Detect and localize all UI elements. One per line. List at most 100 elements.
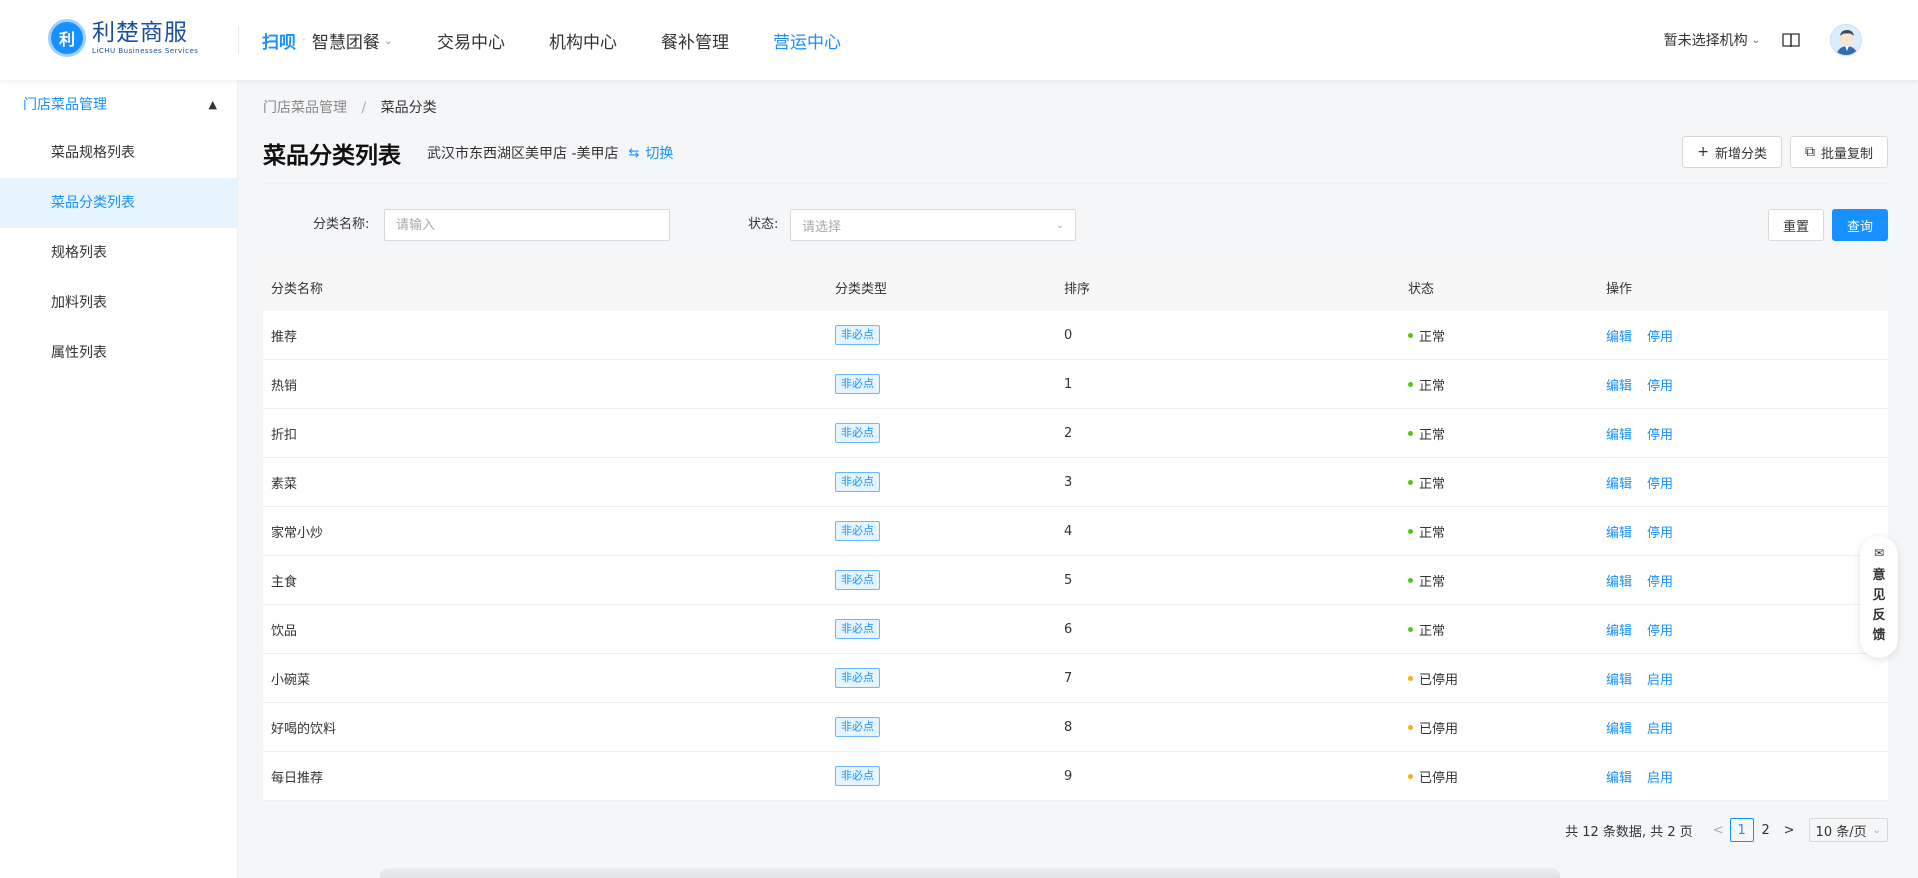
plus-icon: + bbox=[1697, 144, 1709, 160]
pagination-total: 共 12 条数据, 共 2 页 bbox=[1565, 824, 1693, 840]
nav-item-operation-center[interactable]: 营运中心 bbox=[773, 28, 841, 53]
toggle-status-link[interactable]: 停用 bbox=[1647, 379, 1673, 394]
category-type-tag: 非必点 bbox=[835, 325, 880, 345]
edit-link[interactable]: 编辑 bbox=[1606, 722, 1632, 737]
col-header-type: 分类类型 bbox=[835, 282, 888, 297]
edit-link[interactable]: 编辑 bbox=[1606, 428, 1632, 443]
table-row: 推荐 非必点 0 正常 编辑 停用 bbox=[263, 311, 1888, 360]
book-icon[interactable] bbox=[1782, 32, 1800, 48]
cell-category-name: 素菜 bbox=[271, 476, 298, 492]
nav-item-smart-catering[interactable]: 智慧团餐 ⌄ bbox=[312, 28, 393, 53]
toggle-status-link[interactable]: 停用 bbox=[1647, 428, 1673, 443]
header-divider bbox=[238, 26, 239, 54]
toggle-status-link[interactable]: 启用 bbox=[1647, 722, 1673, 737]
col-header-actions: 操作 bbox=[1606, 282, 1633, 297]
table-row: 小碗菜 非必点 7 已停用 编辑 启用 bbox=[263, 654, 1888, 703]
edit-link[interactable]: 编辑 bbox=[1606, 673, 1632, 688]
org-select[interactable]: 暂未选择机构 ⌄ bbox=[1664, 30, 1760, 50]
edit-link[interactable]: 编辑 bbox=[1606, 624, 1632, 639]
col-header-name: 分类名称 bbox=[271, 282, 324, 297]
status-badge: 正常 bbox=[1408, 326, 1606, 345]
toggle-status-link[interactable]: 启用 bbox=[1647, 771, 1673, 786]
toggle-status-link[interactable]: 停用 bbox=[1647, 575, 1673, 590]
brand-name: 利楚商服 bbox=[92, 20, 188, 46]
table-row: 饮品 非必点 6 正常 编辑 停用 bbox=[263, 605, 1888, 654]
table-row: 素菜 非必点 3 正常 编辑 停用 bbox=[263, 458, 1888, 507]
brand-subtitle: LiCHU Businesses Services bbox=[92, 47, 199, 55]
table-row: 好喝的饮料 非必点 8 已停用 编辑 启用 bbox=[263, 703, 1888, 752]
table-row: 每日推荐 非必点 9 已停用 编辑 启用 bbox=[263, 752, 1888, 801]
status-badge: 正常 bbox=[1408, 375, 1606, 394]
cell-category-name: 好喝的饮料 bbox=[271, 721, 337, 737]
sidebar-item-topping-list[interactable]: 加料列表 bbox=[0, 278, 237, 328]
sidebar-group-dish-management[interactable]: 门店菜品管理 ▲ bbox=[0, 80, 237, 128]
pagination: 共 12 条数据, 共 2 页 < 1 2 > 10 条/页 ⌄ bbox=[1565, 818, 1888, 842]
brand-logo[interactable]: 利 利楚商服 LiCHU Businesses Services bbox=[48, 19, 198, 57]
status-dot-icon bbox=[1408, 773, 1413, 779]
nav-item-trade-center[interactable]: 交易中心 bbox=[437, 28, 505, 53]
status-badge: 正常 bbox=[1408, 473, 1606, 492]
edit-link[interactable]: 编辑 bbox=[1606, 526, 1632, 541]
query-button[interactable]: 查询 bbox=[1831, 209, 1888, 241]
add-category-button[interactable]: + 新增分类 bbox=[1682, 136, 1782, 168]
status-dot-icon bbox=[1408, 528, 1413, 534]
batch-copy-button[interactable]: ⧉ 批量复制 bbox=[1789, 136, 1888, 168]
status-dot-icon bbox=[1408, 675, 1413, 681]
status-dot-icon bbox=[1408, 430, 1413, 436]
next-page-icon[interactable]: > bbox=[1784, 823, 1795, 838]
edit-link[interactable]: 编辑 bbox=[1606, 379, 1632, 394]
sidebar-item-attribute-list[interactable]: 属性列表 bbox=[0, 328, 237, 378]
edit-link[interactable]: 编辑 bbox=[1606, 330, 1632, 345]
status-badge: 已停用 bbox=[1408, 767, 1606, 786]
status-dot-icon bbox=[1408, 479, 1413, 485]
edit-link[interactable]: 编辑 bbox=[1606, 477, 1632, 492]
toggle-status-link[interactable]: 启用 bbox=[1647, 673, 1673, 688]
toggle-status-link[interactable]: 停用 bbox=[1647, 624, 1673, 639]
table-row: 主食 非必点 5 正常 编辑 停用 bbox=[263, 556, 1888, 605]
status-label: 状态: bbox=[748, 217, 779, 232]
breadcrumb-parent[interactable]: 门店菜品管理 bbox=[263, 100, 347, 116]
feedback-button[interactable]: ✉ 意 见 反 馈 bbox=[1860, 536, 1898, 658]
page-title: 菜品分类列表 bbox=[263, 143, 401, 169]
chevron-down-icon: ⌄ bbox=[1872, 824, 1881, 836]
page-button-1[interactable]: 1 bbox=[1729, 818, 1754, 842]
toggle-status-link[interactable]: 停用 bbox=[1647, 330, 1673, 345]
filter-bar: 分类名称: 状态: 请选择 ⌄ 重置 查询 bbox=[263, 209, 1888, 241]
page-button-2[interactable]: 2 bbox=[1754, 818, 1778, 842]
reset-button[interactable]: 重置 bbox=[1767, 209, 1824, 241]
toggle-status-link[interactable]: 停用 bbox=[1647, 477, 1673, 492]
edit-link[interactable]: 编辑 bbox=[1606, 575, 1632, 590]
main-nav: 扫呗 · 智慧团餐 ⌄ 交易中心 机构中心 餐补管理 营运中心 bbox=[262, 0, 885, 80]
prev-page-icon[interactable]: < bbox=[1713, 823, 1724, 838]
sidebar-item-dish-spec-list[interactable]: 菜品规格列表 bbox=[0, 128, 237, 178]
table-row: 折扣 非必点 2 正常 编辑 停用 bbox=[263, 409, 1888, 458]
status-dot-icon bbox=[1408, 724, 1413, 730]
sidebar: 门店菜品管理 ▲ 菜品规格列表 菜品分类列表 规格列表 加料列表 属性列表 bbox=[0, 80, 238, 878]
cell-category-name: 折扣 bbox=[271, 427, 298, 443]
category-type-tag: 非必点 bbox=[835, 668, 880, 688]
bottom-panel-edge bbox=[380, 868, 1560, 878]
nav-dot: · bbox=[302, 33, 306, 47]
sidebar-item-dish-category-list[interactable]: 菜品分类列表 bbox=[0, 178, 237, 228]
switch-store-link[interactable]: ⇆ 切换 bbox=[629, 143, 674, 163]
section-divider bbox=[263, 183, 1888, 184]
avatar[interactable] bbox=[1830, 24, 1862, 56]
chevron-down-icon: ⌄ bbox=[1751, 34, 1760, 46]
col-header-sort: 排序 bbox=[1064, 282, 1091, 297]
cell-sort: 0 bbox=[1064, 327, 1073, 343]
nav-item-meal-subsidy[interactable]: 餐补管理 bbox=[661, 28, 729, 53]
status-dot-icon bbox=[1408, 332, 1413, 338]
page-size-select[interactable]: 10 条/页 ⌄ bbox=[1808, 818, 1888, 842]
user-avatar-icon bbox=[1831, 25, 1861, 55]
cell-category-name: 每日推荐 bbox=[271, 770, 324, 786]
table-row: 热销 非必点 1 正常 编辑 停用 bbox=[263, 360, 1888, 409]
nav-item-org-center[interactable]: 机构中心 bbox=[549, 28, 617, 53]
status-badge: 正常 bbox=[1408, 522, 1606, 541]
category-type-tag: 非必点 bbox=[835, 619, 880, 639]
status-select[interactable]: 请选择 ⌄ bbox=[790, 209, 1076, 241]
toggle-status-link[interactable]: 停用 bbox=[1647, 526, 1673, 541]
category-name-input[interactable] bbox=[384, 209, 670, 241]
cell-sort: 2 bbox=[1064, 425, 1073, 441]
edit-link[interactable]: 编辑 bbox=[1606, 771, 1632, 786]
sidebar-item-spec-list[interactable]: 规格列表 bbox=[0, 228, 237, 278]
